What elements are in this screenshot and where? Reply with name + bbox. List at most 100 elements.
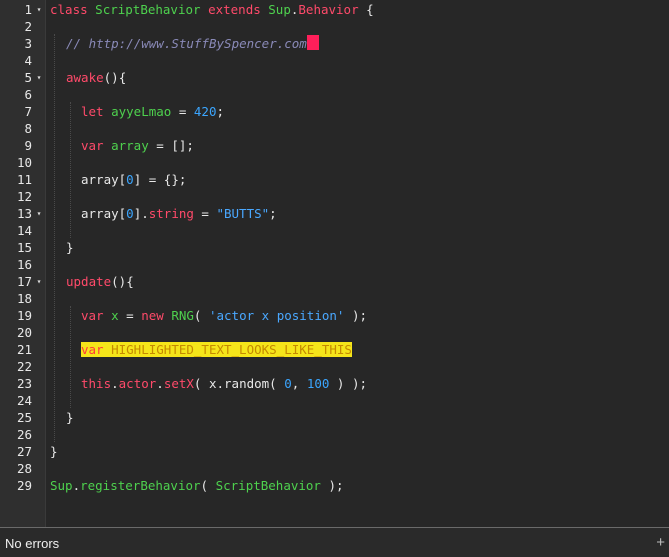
variable-token: x [111,308,119,323]
punctuation-token: , [291,376,307,391]
line-number: 20 [16,325,32,340]
fold-arrow-icon[interactable]: ▾ [34,69,44,86]
code-line-9: var array = []; [81,137,194,154]
identifier-token: array[ [81,172,127,187]
punctuation-token: . [111,376,119,391]
punctuation-token: = []; [148,138,194,153]
property-token: actor [118,376,157,391]
line-number: 27 [16,444,32,459]
line-number: 10 [16,155,32,170]
method-name-token: awake [66,70,104,85]
highlighted-selection: var HIGHLIGHTED_TEXT_LOOKS_LIKE_THIS [81,342,352,357]
punctuation-token: ); [344,308,368,323]
code-line-23: this.actor.setX( x.random( 0, 100 ) ); [81,375,367,392]
keyword-token: let [81,104,104,119]
punctuation-token: ( x.random( [193,376,285,391]
code-line-27: } [50,443,58,460]
keyword-token: var [81,308,104,323]
line-number: 1 [24,2,32,17]
method-token: registerBehavior [80,478,201,493]
indent-guide [54,34,55,442]
highlighted-text: HIGHLIGHTED_TEXT_LOOKS_LIKE_THIS [111,342,352,357]
line-number: 12 [16,189,32,204]
line-number: 2 [24,19,32,34]
line-number: 17 [16,274,32,289]
fold-arrow-icon[interactable]: ▾ [34,205,44,222]
code-line-13: array[0].string = "BUTTS"; [81,205,277,222]
punctuation-token: ( [200,478,216,493]
number-token: 0 [126,206,134,221]
operator-token: = [118,308,142,323]
line-number: 13 [16,206,32,221]
base-class-token: Behavior [298,2,359,17]
line-number: 15 [16,240,32,255]
line-number: 25 [16,410,32,425]
line-number: 5 [24,70,32,85]
fold-arrow-icon[interactable]: ▾ [34,1,44,18]
code-line-19: var x = new RNG( 'actor x position' ); [81,307,367,324]
punctuation-token: (){ [103,70,127,85]
class-name-token: RNG [171,308,194,323]
line-number: 28 [16,461,32,476]
code-line-3: // http://www.StuffBySpencer.com [66,35,319,52]
line-number: 22 [16,359,32,374]
punctuation-token: ; [216,104,225,119]
code-line-15: } [66,239,74,256]
number-token: 0 [284,376,292,391]
keyword-token: var [81,138,104,153]
status-message: No errors [5,536,60,551]
add-icon[interactable]: + [656,534,665,551]
punctuation-token: (){ [111,274,134,289]
code-line-11: array[0] = {}; [81,171,186,188]
keyword-token: var [81,342,104,357]
number-token: 420 [193,104,217,119]
keyword-token: new [141,308,164,323]
keyword-token: extends [208,2,261,17]
punctuation-token: ]. [133,206,149,221]
variable-token: array [111,138,149,153]
number-token: 0 [126,172,134,187]
identifier-token: array[ [81,206,127,221]
line-number: 19 [16,308,32,323]
line-number: 11 [16,172,32,187]
code-line-7: let ayyeLmao = 420; [81,103,224,120]
line-number: 18 [16,291,32,306]
code-line-5: awake(){ [66,69,126,86]
line-number: 14 [16,223,32,238]
punctuation-token: . [72,478,81,493]
line-number: 8 [24,121,32,136]
punctuation-token: { [358,2,374,17]
line-number: 21 [16,342,32,357]
method-token: setX [163,376,194,391]
class-name-token: ScriptBehavior [95,2,201,17]
code-area[interactable]: class ScriptBehavior extends Sup. Behavio… [50,0,669,527]
line-number: 9 [24,138,32,153]
code-line-29: Sup.registerBehavior( ScriptBehavior ); [50,477,344,494]
property-token: string [148,206,194,221]
punctuation-token: ] = {}; [133,172,187,187]
code-editor[interactable]: 1 2 3 4 5 6 7 8 9 10 11 12 13 14 15 16 17 18 19 20 21 22 23 24 2… [0,0,669,527]
punctuation-token: ) ); [329,376,368,391]
operator-token: = [193,206,217,221]
code-line-21: var HIGHLIGHTED_TEXT_LOOKS_LIKE_THIS [81,341,352,358]
line-number: 3 [24,36,32,51]
fold-arrow-icon[interactable]: ▾ [34,273,44,290]
line-number: 6 [24,87,32,102]
line-number: 4 [24,53,32,68]
indent-guide [70,306,71,408]
identifier-token: Sup [268,2,291,17]
punctuation-token: ; [269,206,277,221]
line-number: 26 [16,427,32,442]
line-number: 29 [16,478,32,493]
class-name-token: ScriptBehavior [215,478,321,493]
operator-token: = [171,104,194,119]
code-line-1: class ScriptBehavior extends Sup.Behavio… [50,1,374,18]
line-number: 7 [24,104,32,119]
string-token: "BUTTS" [216,206,270,221]
line-number-gutter: 1 2 3 4 5 6 7 8 9 10 11 12 13 14 15 16 17 18 19 20 21 22 23 24 2… [0,0,46,527]
line-number: 16 [16,257,32,272]
punctuation-token: . [156,376,164,391]
indent-guide [70,102,71,238]
string-token: 'actor x position' [208,308,345,323]
text-cursor [306,35,319,50]
